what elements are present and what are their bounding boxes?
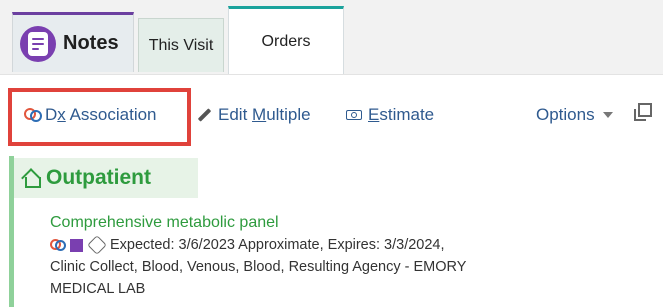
tab-orders[interactable]: Orders [228, 6, 344, 74]
dx-association-label: Dx Association [45, 105, 157, 124]
edit-multiple-button[interactable]: Edit Multiple [196, 105, 311, 125]
estimate-button[interactable]: Estimate [346, 105, 434, 125]
tab-this-visit-label: This Visit [148, 36, 214, 54]
tab-orders-label: Orders [261, 33, 311, 50]
home-icon [22, 169, 41, 188]
purple-square-icon [70, 238, 83, 252]
orders-list: Outpatient Comprehensive metabolic panel… [0, 156, 663, 307]
dx-association-icon [24, 106, 42, 124]
caret-down-icon [602, 112, 613, 118]
dx-association-icon [50, 237, 66, 253]
options-label: Options [536, 105, 595, 124]
notes-icon [20, 25, 56, 62]
outpatient-group-header[interactable]: Outpatient [14, 158, 198, 198]
estimate-icon [346, 110, 362, 120]
dx-association-button[interactable]: Dx Association [24, 105, 157, 125]
orders-toolbar: Dx Association Edit Multiple Estimate Op… [0, 74, 663, 156]
tab-this-visit[interactable]: This Visit [138, 18, 224, 72]
order-item[interactable]: Comprehensive metabolic panel Expected: … [50, 212, 650, 300]
estimate-label: Estimate [368, 105, 435, 124]
tab-strip: Notes This Visit Orders [0, 0, 663, 74]
tab-notes-label: Notes [63, 32, 119, 54]
group-title: Outpatient [46, 166, 151, 189]
popout-icon [634, 103, 652, 121]
pencil-icon [196, 107, 212, 123]
order-detail: Expected: 3/6/2023 Approximate, Expires:… [50, 234, 650, 300]
tab-notes[interactable]: Notes [12, 12, 134, 72]
options-menu[interactable]: Options [536, 105, 613, 125]
order-name[interactable]: Comprehensive metabolic panel [50, 212, 650, 233]
order-detail-line1: Expected: 3/6/2023 Approximate, Expires:… [110, 237, 445, 253]
cube-icon [87, 235, 107, 256]
edit-multiple-label: Edit Multiple [218, 105, 311, 124]
order-detail-line3: MEDICAL LAB [50, 281, 146, 297]
order-icons [50, 235, 107, 256]
order-detail-line2: Clinic Collect, Blood, Venous, Blood, Re… [50, 259, 467, 275]
popout-button[interactable] [634, 103, 652, 121]
